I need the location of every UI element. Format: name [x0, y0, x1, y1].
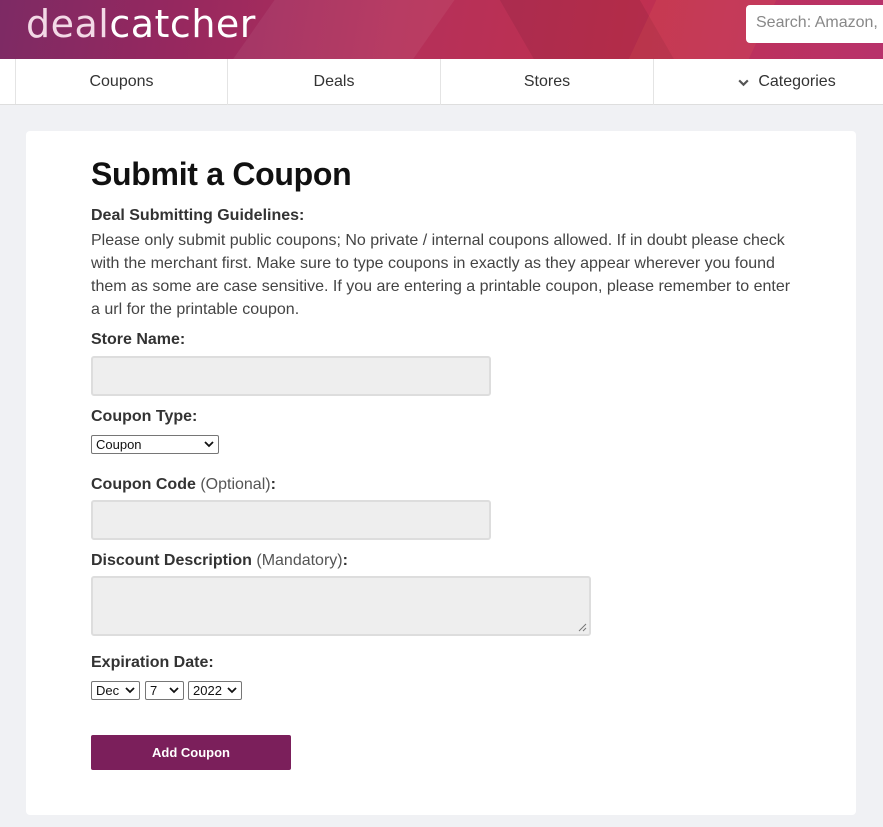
expiration-date-label: Expiration Date: — [91, 654, 214, 671]
search-input[interactable]: Search: Amazon, — [746, 5, 883, 43]
add-coupon-button[interactable]: Add Coupon — [91, 735, 291, 770]
site-logo[interactable]: dealcatcher — [26, 4, 256, 44]
page-title: Submit a Coupon — [91, 156, 352, 192]
label-colon: : — [270, 476, 276, 493]
coupon-code-input[interactable] — [91, 500, 491, 540]
submit-coupon-card: Submit a Coupon Deal Submitting Guidelin… — [26, 131, 856, 815]
site-header: dealcatcher Search: Amazon, — [0, 0, 883, 59]
logo-deal-text: deal — [26, 2, 110, 46]
coupon-type-label: Coupon Type: — [91, 408, 198, 425]
coupon-type-select[interactable]: Coupon — [91, 435, 219, 454]
nav-item-coupons[interactable]: Coupons — [16, 59, 228, 105]
label-colon: : — [342, 552, 348, 569]
expiration-month-value: Dec — [96, 683, 120, 698]
coupon-code-hint: (Optional) — [200, 476, 271, 493]
expiration-year-select[interactable]: 2022 — [188, 681, 242, 700]
store-name-input[interactable] — [91, 356, 491, 396]
expiration-year-value: 2022 — [193, 683, 222, 698]
chevron-down-icon — [204, 441, 214, 448]
resize-grip-icon[interactable] — [578, 623, 587, 632]
store-name-label: Store Name: — [91, 331, 186, 348]
nav-item-deals[interactable]: Deals — [228, 59, 441, 105]
nav-item-stores[interactable]: Stores — [441, 59, 654, 105]
nav-item-categories-label: Categories — [758, 73, 836, 90]
chevron-down-icon — [125, 687, 135, 694]
expiration-day-select[interactable]: 7 — [145, 681, 184, 700]
discount-hint: (Mandatory) — [256, 552, 343, 569]
nav-item-categories[interactable]: Categories — [654, 59, 883, 105]
chevron-down-icon — [227, 687, 237, 694]
expiration-month-select[interactable]: Dec — [91, 681, 140, 700]
chevron-down-icon — [738, 79, 749, 86]
coupon-code-label: Coupon Code (Optional): — [91, 476, 276, 494]
coupon-code-label-text: Coupon Code — [91, 476, 196, 493]
discount-description-label: Discount Description (Mandatory): — [91, 552, 348, 570]
nav-spacer — [0, 59, 16, 104]
coupon-type-value: Coupon — [96, 437, 142, 452]
discount-label-text: Discount Description — [91, 552, 252, 569]
expiration-day-value: 7 — [150, 683, 158, 698]
main-nav: Coupons Deals Stores Categories — [0, 59, 883, 105]
guidelines-text: Please only submit public coupons; No pr… — [91, 232, 791, 318]
guidelines-title: Deal Submitting Guidelines: — [91, 207, 305, 224]
logo-catcher-text: catcher — [109, 2, 256, 46]
chevron-down-icon — [169, 687, 179, 694]
discount-description-textarea[interactable] — [91, 576, 591, 636]
